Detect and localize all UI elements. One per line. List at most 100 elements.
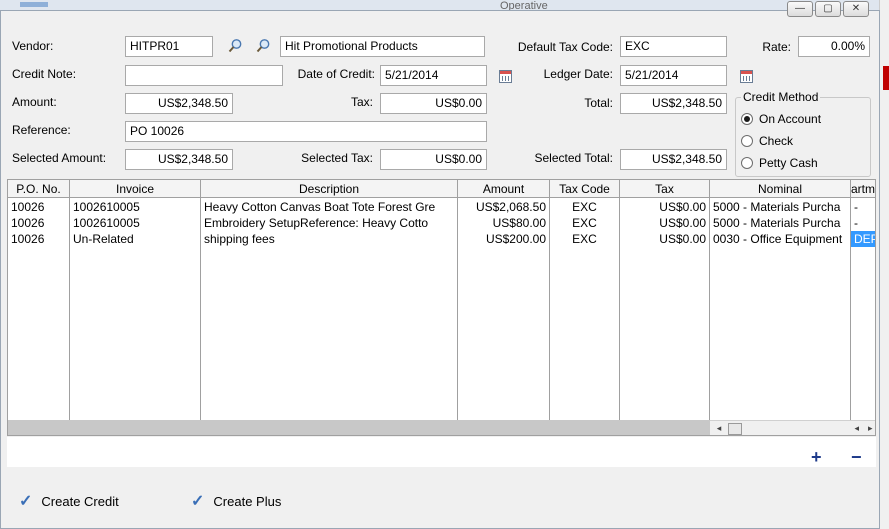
radio-label: Check bbox=[759, 134, 794, 148]
tax-label: Tax: bbox=[350, 95, 373, 109]
line-items-grid: P.O. No. Invoice Description Amount Tax … bbox=[7, 179, 876, 436]
credit-method-group: Credit Method On Account Check Petty Cas… bbox=[735, 90, 871, 177]
table-cell[interactable]: US$2,068.50 bbox=[458, 199, 549, 215]
selected-total-field[interactable]: US$2,348.50 bbox=[620, 149, 727, 170]
table-cell[interactable]: Heavy Cotton Canvas Boat Tote Forest Gre bbox=[201, 199, 457, 215]
tax-field[interactable]: US$0.00 bbox=[380, 93, 487, 114]
radio-label: Petty Cash bbox=[759, 156, 818, 170]
checkmark-icon: ✓ bbox=[191, 493, 205, 510]
background-app-edge bbox=[879, 0, 889, 529]
table-cell[interactable]: 5000 - Materials Purcha bbox=[710, 199, 850, 215]
create-plus-label: Create Plus bbox=[213, 493, 282, 509]
create-credit-label: Create Credit bbox=[41, 493, 119, 509]
horizontal-scrollbar[interactable]: ◂ bbox=[710, 420, 850, 435]
table-cell[interactable]: US$0.00 bbox=[620, 215, 709, 231]
ledger-date-field[interactable]: 5/21/2014 bbox=[620, 65, 727, 86]
table-cell[interactable]: US$0.00 bbox=[620, 199, 709, 215]
background-app-marker bbox=[883, 66, 889, 90]
table-cell[interactable]: 10026 bbox=[8, 215, 69, 231]
add-row-button[interactable]: + bbox=[811, 448, 822, 466]
table-cell[interactable]: US$0.00 bbox=[620, 231, 709, 247]
table-cell[interactable]: US$200.00 bbox=[458, 231, 549, 247]
table-cell-selected[interactable]: DEP bbox=[851, 231, 875, 247]
column-header-nominal[interactable]: Nominal bbox=[710, 180, 850, 198]
selected-total-label: Selected Total: bbox=[534, 151, 614, 165]
table-cell[interactable]: US$80.00 bbox=[458, 215, 549, 231]
rate-field[interactable]: 0.00% bbox=[798, 36, 870, 57]
maximize-button[interactable]: ▢ bbox=[815, 1, 841, 17]
credit-method-title: Credit Method bbox=[741, 90, 821, 104]
table-cell[interactable]: 10026 bbox=[8, 199, 69, 215]
vendor-label: Vendor: bbox=[12, 39, 54, 53]
radio-petty-cash[interactable]: Petty Cash bbox=[741, 156, 818, 170]
table-cell[interactable]: 1002610005 bbox=[70, 215, 200, 231]
radio-label: On Account bbox=[759, 112, 822, 126]
scroll-thumb[interactable] bbox=[728, 423, 742, 435]
reference-label: Reference: bbox=[12, 123, 71, 137]
close-button[interactable]: ✕ bbox=[843, 1, 869, 17]
total-label: Total: bbox=[584, 96, 613, 110]
row-actions-band bbox=[7, 437, 876, 467]
date-of-credit-label: Date of Credit: bbox=[297, 67, 375, 81]
column-header-tax[interactable]: Tax bbox=[620, 180, 709, 198]
create-plus-button[interactable]: ✓ Create Plus bbox=[191, 491, 281, 511]
total-field[interactable]: US$2,348.50 bbox=[620, 93, 727, 114]
default-tax-code-field[interactable]: EXC bbox=[620, 36, 727, 57]
credit-note-label: Credit Note: bbox=[12, 67, 77, 81]
credit-note-window: — ▢ ✕ Vendor: HITPR01 Hit Promotional Pr… bbox=[0, 1, 880, 529]
radio-selected-icon[interactable] bbox=[741, 113, 753, 125]
radio-unselected-icon[interactable] bbox=[741, 157, 753, 169]
table-cell[interactable]: EXC bbox=[550, 199, 619, 215]
horizontal-scrollbar-secondary[interactable]: ◂ ▸ bbox=[850, 420, 875, 435]
table-cell[interactable]: Embroidery SetupReference: Heavy Cotto bbox=[201, 215, 457, 231]
date-of-credit-field[interactable]: 5/21/2014 bbox=[380, 65, 487, 86]
radio-unselected-icon[interactable] bbox=[741, 135, 753, 147]
calendar-icon[interactable] bbox=[497, 68, 513, 84]
table-cell[interactable]: 5000 - Materials Purcha bbox=[710, 215, 850, 231]
column-header-amount[interactable]: Amount bbox=[458, 180, 549, 198]
radio-on-account[interactable]: On Account bbox=[741, 112, 821, 126]
minimize-button[interactable]: — bbox=[787, 1, 813, 17]
column-header-description[interactable]: Description bbox=[201, 180, 457, 198]
credit-note-field[interactable] bbox=[125, 65, 283, 86]
selected-tax-label: Selected Tax: bbox=[301, 151, 373, 165]
table-cell[interactable]: EXC bbox=[550, 215, 619, 231]
amount-field[interactable]: US$2,348.50 bbox=[125, 93, 233, 114]
selected-amount-field[interactable]: US$2,348.50 bbox=[125, 149, 233, 170]
column-header-po[interactable]: P.O. No. bbox=[8, 180, 69, 198]
amount-label: Amount: bbox=[12, 95, 57, 109]
remove-row-button[interactable]: − bbox=[851, 448, 862, 466]
scroll-right-icon[interactable]: ▸ bbox=[868, 421, 873, 435]
scroll-left-icon[interactable]: ◂ bbox=[854, 421, 859, 435]
column-header-department[interactable]: artm bbox=[851, 180, 875, 198]
calendar-icon[interactable] bbox=[738, 68, 754, 84]
checkmark-icon: ✓ bbox=[19, 493, 33, 510]
scroll-left-icon[interactable]: ◂ bbox=[712, 421, 726, 435]
column-header-invoice[interactable]: Invoice bbox=[70, 180, 200, 198]
radio-check[interactable]: Check bbox=[741, 134, 793, 148]
table-cell[interactable]: Un-Related bbox=[70, 231, 200, 247]
vendor-search-icon[interactable] bbox=[227, 37, 243, 53]
grid-footer-bar bbox=[8, 420, 710, 435]
table-cell[interactable]: 10026 bbox=[8, 231, 69, 247]
table-cell[interactable]: shipping fees bbox=[201, 231, 457, 247]
background-app-tab bbox=[20, 2, 48, 7]
selected-tax-field[interactable]: US$0.00 bbox=[380, 149, 487, 170]
vendor-code-field[interactable]: HITPR01 bbox=[125, 36, 213, 57]
table-cell[interactable]: - bbox=[851, 215, 875, 231]
default-tax-code-label: Default Tax Code: bbox=[517, 40, 613, 54]
background-app-strip: Operative bbox=[0, 0, 889, 12]
table-cell[interactable]: - bbox=[851, 199, 875, 215]
vendor-lookup-icon[interactable] bbox=[255, 37, 271, 53]
table-cell[interactable]: EXC bbox=[550, 231, 619, 247]
selected-amount-label: Selected Amount: bbox=[12, 151, 107, 165]
create-credit-button[interactable]: ✓ Create Credit bbox=[19, 491, 119, 511]
table-cell[interactable]: 0030 - Office Equipment bbox=[710, 231, 850, 247]
reference-field[interactable]: PO 10026 bbox=[125, 121, 487, 142]
column-header-tax-code[interactable]: Tax Code bbox=[550, 180, 619, 198]
vendor-name-field[interactable]: Hit Promotional Products bbox=[280, 36, 485, 57]
ledger-date-label: Ledger Date: bbox=[543, 67, 613, 81]
table-cell[interactable]: 1002610005 bbox=[70, 199, 200, 215]
window-controls: — ▢ ✕ bbox=[787, 1, 869, 17]
rate-label: Rate: bbox=[762, 40, 791, 54]
